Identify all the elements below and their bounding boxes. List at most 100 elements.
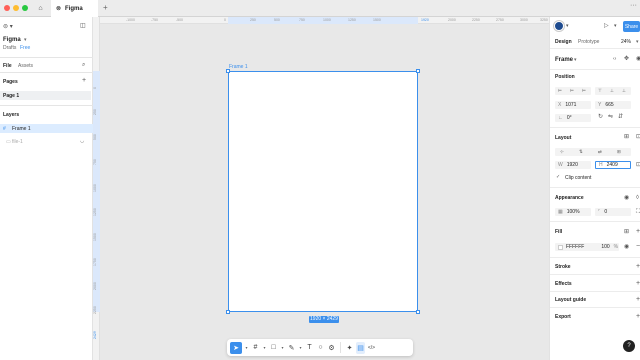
horizontal-align-group[interactable]: ⊨ ⊨ ⊨: [555, 87, 591, 95]
component-icon[interactable]: ✥: [624, 56, 629, 62]
layout-options-icon[interactable]: ⊡: [636, 134, 640, 140]
help-button[interactable]: ?: [623, 340, 635, 352]
add-layout-guide-icon[interactable]: +: [636, 296, 640, 303]
frame-chevron-icon[interactable]: ▾: [574, 57, 577, 63]
pen-tool-icon[interactable]: ✎: [287, 342, 296, 354]
fill-field[interactable]: FFFFFF 100 %: [555, 243, 619, 251]
search-icon[interactable]: ⌕: [82, 62, 85, 68]
dev-mode-tool-icon[interactable]: ▤: [356, 341, 365, 354]
blend-mode-icon[interactable]: ◊: [636, 195, 639, 201]
code-icon[interactable]: ‹›: [613, 57, 616, 62]
share-button[interactable]: Share: [623, 21, 640, 32]
stroke-header[interactable]: Stroke: [555, 264, 571, 270]
chevron-down-icon[interactable]: ▾: [614, 24, 617, 29]
add-fill-icon[interactable]: +: [636, 228, 640, 235]
layout-guide-header[interactable]: Layout guide: [555, 297, 586, 303]
independent-corners-icon[interactable]: ⛶: [636, 209, 640, 215]
ai-tool-icon[interactable]: ✦: [345, 342, 354, 354]
fill-styles-icon[interactable]: ⊞: [624, 229, 629, 235]
align-center-h-icon[interactable]: ⊨: [570, 88, 574, 94]
fill-visibility-eye-icon[interactable]: ◉: [624, 244, 629, 250]
chevron-down-icon[interactable]: ▾: [244, 342, 249, 354]
zoom-level[interactable]: 24%: [621, 39, 631, 45]
tab-design[interactable]: Design: [555, 39, 572, 45]
remove-fill-icon[interactable]: −: [636, 243, 640, 250]
width-field[interactable]: W 1920: [555, 161, 591, 169]
selected-frame[interactable]: [228, 71, 418, 312]
page-item[interactable]: Page 1: [0, 91, 91, 100]
export-header[interactable]: Export: [555, 314, 571, 320]
hidden-eye-icon[interactable]: ◡: [80, 138, 84, 144]
vertical-align-group[interactable]: ⊤ ⊥ ⊥: [595, 87, 631, 95]
avatar[interactable]: [554, 21, 564, 31]
constraints-icon[interactable]: ⊡: [636, 162, 640, 168]
add-stroke-icon[interactable]: +: [636, 263, 640, 270]
add-page-icon[interactable]: +: [82, 77, 86, 84]
add-export-icon[interactable]: +: [636, 313, 640, 320]
more-menu-icon[interactable]: ···: [630, 2, 637, 9]
horizontal-stack-icon[interactable]: ⇄: [598, 149, 602, 155]
user-menu-chevron-icon[interactable]: ▾: [566, 24, 569, 29]
code-tool-icon[interactable]: </>: [367, 342, 376, 354]
align-left-icon[interactable]: ⊨: [558, 88, 562, 94]
align-right-icon[interactable]: ⊨: [582, 88, 586, 94]
present-play-icon[interactable]: ▷: [604, 23, 609, 29]
grid-icon[interactable]: ⊞: [617, 149, 621, 155]
height-field[interactable]: H 2409: [595, 161, 631, 169]
vertical-stack-icon[interactable]: ⇅: [579, 149, 583, 155]
layout-mode-group[interactable]: ⊹ ⇅ ⇄ ⊞: [555, 148, 631, 156]
align-top-icon[interactable]: ⊤: [598, 88, 602, 94]
corner-radius-field[interactable]: ⌜ 0: [595, 208, 631, 216]
zoom-chevron-icon[interactable]: ▾: [636, 39, 639, 45]
fill-swatch[interactable]: [558, 244, 563, 250]
visibility-eye-icon[interactable]: ◉: [624, 195, 629, 201]
toggle-sidebar-icon[interactable]: ◫: [80, 23, 86, 29]
add-effect-icon[interactable]: +: [636, 280, 640, 287]
y-field[interactable]: Y 665: [595, 101, 631, 109]
align-bottom-icon[interactable]: ⊥: [622, 88, 626, 94]
resize-handle-bottom-right[interactable]: [416, 310, 420, 314]
chevron-down-icon[interactable]: ▾: [298, 342, 303, 354]
actions-tool-icon[interactable]: ⚙: [327, 342, 336, 354]
layer-item-file[interactable]: ▭ file-1 ◡: [0, 137, 93, 146]
main-menu-icon[interactable]: ⊜ ▾: [3, 24, 13, 30]
comment-tool-icon[interactable]: ○: [316, 342, 325, 354]
move-tool-icon[interactable]: ➤: [230, 341, 242, 354]
text-tool-icon[interactable]: T: [305, 342, 314, 354]
home-icon[interactable]: ⌂: [35, 3, 46, 14]
freeform-icon[interactable]: ⊹: [560, 149, 564, 155]
rotation-field[interactable]: ∟ 0°: [555, 114, 591, 122]
resize-handle-bottom-left[interactable]: [226, 310, 230, 314]
minimize-window-button[interactable]: [13, 5, 19, 11]
layout-grid-icon[interactable]: ⊞: [624, 134, 629, 140]
x-field[interactable]: X 1071: [555, 101, 591, 109]
file-menu-chevron-icon[interactable]: ▾: [24, 37, 27, 43]
resize-handle-top-left[interactable]: [226, 69, 230, 73]
tab-file[interactable]: ⊗ Figma: [51, 0, 98, 17]
close-window-button[interactable]: [4, 5, 10, 11]
opacity-field[interactable]: ▦ 100%: [555, 208, 591, 216]
tab-assets[interactable]: Assets: [18, 63, 33, 69]
layer-item-frame[interactable]: # Frame 1: [0, 124, 93, 133]
tab-prototype[interactable]: Prototype: [578, 39, 599, 45]
file-location[interactable]: Drafts: [3, 45, 16, 51]
new-tab-button[interactable]: +: [103, 3, 108, 12]
chevron-down-icon[interactable]: ▾: [280, 342, 285, 354]
chevron-down-icon[interactable]: ▾: [262, 342, 267, 354]
frame-tool-icon[interactable]: #: [251, 342, 260, 354]
align-middle-icon[interactable]: ⊥: [610, 88, 614, 94]
rotate-icon[interactable]: ↻: [598, 114, 603, 120]
resize-handle-top-right[interactable]: [416, 69, 420, 73]
effects-header[interactable]: Effects: [555, 281, 572, 287]
shape-tool-icon[interactable]: □: [269, 342, 278, 354]
maximize-window-button[interactable]: [22, 5, 28, 11]
file-name[interactable]: Figma: [3, 37, 21, 43]
checkbox-checked-icon[interactable]: ✓: [556, 175, 560, 180]
clip-content-label[interactable]: Clip content: [565, 175, 591, 181]
flip-horizontal-icon[interactable]: ⇋: [608, 114, 613, 120]
flip-vertical-icon[interactable]: ⇵: [618, 114, 623, 120]
tab-file-panel[interactable]: File: [3, 63, 12, 69]
mask-icon[interactable]: ◉: [636, 56, 640, 62]
frame-label[interactable]: Frame 1: [229, 64, 248, 70]
frame-title[interactable]: Frame: [555, 57, 573, 63]
